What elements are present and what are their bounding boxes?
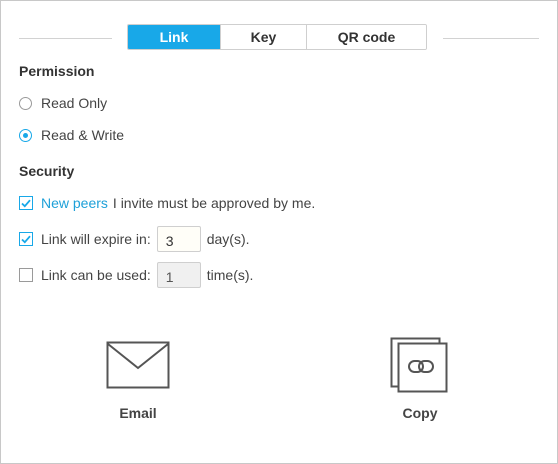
envelope-icon [106, 341, 170, 389]
permission-heading: Permission [19, 63, 95, 79]
link-usage-checkbox[interactable] [19, 268, 33, 282]
approve-peers-label: I invite must be approved by me. [112, 195, 316, 211]
tab-qr-code[interactable]: QR code [306, 25, 426, 49]
copy-label: Copy [402, 405, 438, 421]
share-dialog: Link Key QR code Permission Read Only Re… [0, 0, 558, 464]
read-write-label: Read & Write [41, 127, 124, 143]
expire-days-input[interactable]: 3 [156, 226, 201, 252]
security-heading: Security [19, 163, 75, 179]
expire-unit-label: day(s). [206, 231, 250, 247]
email-label: Email [119, 405, 157, 421]
usage-unit-label: time(s). [206, 267, 254, 283]
tab-link[interactable]: Link [128, 25, 220, 49]
link-usage-option: Link can be used: 1 time(s). [19, 262, 253, 288]
read-only-option[interactable]: Read Only [19, 95, 107, 111]
approve-peers-option: New peers I invite must be approved by m… [19, 195, 315, 211]
read-only-label: Read Only [41, 95, 108, 111]
divider-left [19, 38, 112, 39]
usage-times-input[interactable]: 1 [156, 262, 201, 288]
link-expire-label: Link will expire in: [41, 231, 151, 247]
share-method-tabs: Link Key QR code [127, 24, 427, 50]
email-button[interactable]: Email [99, 341, 177, 421]
link-expire-checkbox[interactable] [19, 232, 33, 246]
checkmark-icon [21, 199, 31, 208]
link-usage-label: Link can be used: [41, 267, 151, 283]
link-expire-option: Link will expire in: 3 day(s). [19, 226, 250, 252]
approve-peers-checkbox[interactable] [19, 196, 33, 210]
read-write-radio[interactable] [19, 128, 32, 142]
tab-key[interactable]: Key [220, 25, 306, 49]
new-peers-link[interactable]: New peers [41, 195, 108, 211]
divider-right [443, 38, 539, 39]
read-only-radio[interactable] [19, 96, 32, 110]
checkmark-icon [21, 235, 31, 244]
copy-link-icon [390, 337, 448, 393]
copy-button[interactable]: Copy [381, 337, 459, 421]
read-write-option[interactable]: Read & Write [19, 127, 124, 143]
